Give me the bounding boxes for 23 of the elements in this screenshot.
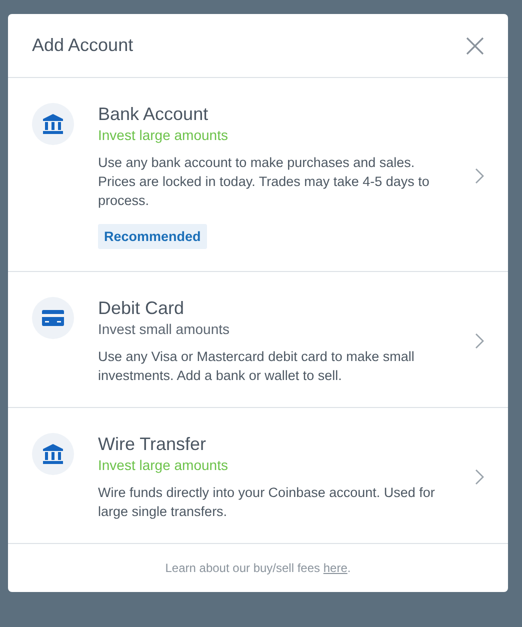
account-option[interactable]: Bank Account Invest large amounts Use any bank account to make purchases and sales. Prices are locked in today. Trades may take 4-5 days to process. Recommended	[8, 78, 508, 272]
option-title: Bank Account	[98, 103, 210, 125]
option-description: Wire funds directly into your Coinbase account. Used for large single transfers.	[98, 484, 436, 521]
bank-icon	[42, 444, 64, 464]
chevron-right-icon	[475, 168, 484, 184]
dialog-title: Add Account	[32, 35, 134, 56]
option-subtitle: Invest small amounts	[98, 320, 230, 339]
close-button[interactable]	[464, 34, 486, 56]
recommended-badge: Recommended	[98, 224, 207, 249]
chevron-right-icon	[475, 333, 484, 349]
option-description: Use any bank account to make purchases and sales. Prices are locked in today. Trades may take 4-5 days to process.	[98, 154, 430, 210]
close-icon	[466, 36, 484, 54]
option-title: Debit Card	[98, 297, 186, 319]
credit-card-icon	[42, 310, 64, 326]
fees-note: Learn about our buy/sell fees here.	[165, 561, 351, 575]
account-option[interactable]: Debit Card Invest small amounts Use any Visa or Mastercard debit card to make small investments. Add a bank or wallet to sell.	[8, 272, 508, 408]
bank-icon	[42, 114, 64, 134]
chevron-right-icon	[475, 469, 484, 485]
option-subtitle: Invest large amounts	[98, 126, 229, 145]
option-description: Use any Visa or Mastercard debit card to make small investments. Add a bank or wallet to sell.	[98, 348, 416, 385]
account-option[interactable]: Wire Transfer Invest large amounts Wire funds directly into your Coinbase account. Used for large single transfers.	[8, 408, 508, 544]
option-title: Wire Transfer	[98, 433, 208, 455]
option-subtitle: Invest large amounts	[98, 456, 229, 475]
